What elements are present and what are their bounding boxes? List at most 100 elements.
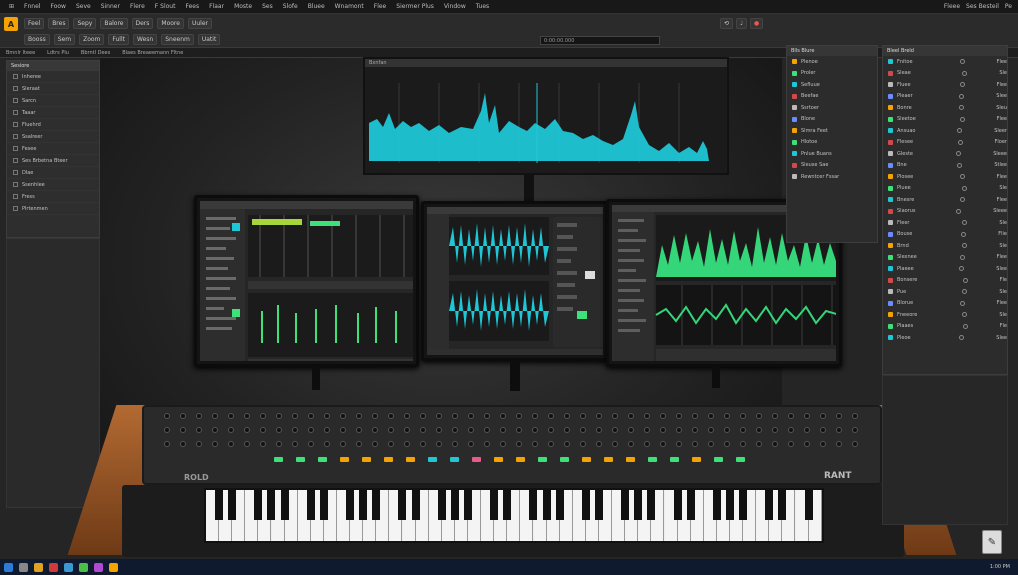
synth-knob[interactable] [580,413,586,419]
menu-item[interactable]: Flee [369,3,392,10]
radio-icon[interactable] [962,70,968,76]
synth-knob[interactable] [324,427,330,433]
black-key[interactable] [306,490,315,520]
synth-knob[interactable] [500,441,506,447]
menubar-right-item[interactable]: Ses Besteil [966,3,999,10]
synth-knob[interactable] [804,427,810,433]
menu-item[interactable]: Siermer Plus [391,3,439,10]
browser-item[interactable]: Fnitoe Flee [883,56,1007,68]
tab-item[interactable]: Blaes Breaeemann Fltne [116,50,189,56]
radio-icon[interactable] [962,220,968,226]
synth-knob[interactable] [212,427,218,433]
radio-icon[interactable] [962,289,968,295]
black-key[interactable] [411,490,420,520]
browser-item[interactable]: Blorue Flee [883,298,1007,310]
synth-knob[interactable] [468,427,474,433]
synth-knob[interactable] [756,441,762,447]
synth-pad[interactable] [516,457,525,462]
radio-icon[interactable] [956,151,962,157]
black-key[interactable] [359,490,368,520]
radio-icon[interactable] [959,105,965,111]
synth-knob[interactable] [820,413,826,419]
synth-knob[interactable] [708,427,714,433]
black-key[interactable] [398,490,407,520]
toolbar-button[interactable]: Sneenm [161,33,194,45]
synth-knob[interactable] [804,413,810,419]
synth-knob[interactable] [468,413,474,419]
radio-icon[interactable] [962,277,968,283]
menu-item[interactable]: Seve [71,3,96,10]
pencil-tool-icon[interactable]: ✎ [982,530,1002,554]
radio-icon[interactable] [957,162,963,168]
app-icon[interactable]: ⊞ [4,3,19,10]
radio-icon[interactable] [959,300,965,306]
toolbar-button[interactable]: Feel [24,17,45,29]
synth-knob[interactable] [596,441,602,447]
radio-icon[interactable] [959,254,965,260]
radio-icon[interactable] [959,335,965,341]
black-key[interactable] [490,490,499,520]
left-panel-item[interactable]: Ses Brbetna Bteer [7,155,99,167]
synth-knob[interactable] [452,413,458,419]
inspector-item[interactable]: Blone [787,114,877,126]
synth-knob[interactable] [676,413,682,419]
loop-button[interactable]: ⟲ [720,18,734,29]
toolbar-button[interactable]: Sepy [73,17,97,29]
synth-pad[interactable] [428,457,437,462]
toolbar-button[interactable]: Fullt [108,33,129,45]
synth-knob[interactable] [852,427,858,433]
black-key[interactable] [712,490,721,520]
browser-icon[interactable] [64,562,73,572]
synth-knob[interactable] [308,413,314,419]
menu-item[interactable]: Sinner [96,3,125,10]
synth-knob[interactable] [548,441,554,447]
record-button[interactable]: ● [750,18,764,29]
radio-icon[interactable] [962,243,968,249]
black-key[interactable] [450,490,459,520]
tab-item[interactable]: Bbrntl Dees [75,50,116,56]
toolbar-button[interactable]: Booss [24,33,50,45]
transport-time-display[interactable]: 0:00:00.000 [540,36,660,45]
synth-knob[interactable] [836,441,842,447]
synth-knob[interactable] [340,427,346,433]
synth-knob[interactable] [612,441,618,447]
menu-item[interactable]: Foow [45,3,71,10]
inspector-item[interactable]: Sefluue [787,79,877,91]
synth-knob[interactable] [372,413,378,419]
toolbar-button[interactable]: Uatit [197,33,221,45]
black-key[interactable] [372,490,381,520]
synth-knob[interactable] [676,427,682,433]
inspector-item[interactable]: Hlotoe [787,137,877,149]
synth-knob[interactable] [452,427,458,433]
synth-knob[interactable] [836,413,842,419]
black-key[interactable] [804,490,813,520]
synth-knob[interactable] [436,413,442,419]
browser-item[interactable]: Fluee Flee [883,79,1007,91]
left-panel-item[interactable]: Dlae [7,167,99,179]
synth-knob[interactable] [388,441,394,447]
synth-knob[interactable] [724,441,730,447]
synth-pad[interactable] [670,457,679,462]
left-panel-item[interactable]: Ssalreer [7,131,99,143]
menubar-right-item[interactable]: Pe [1005,3,1012,10]
synth-knob[interactable] [660,427,666,433]
synth-knob[interactable] [420,427,426,433]
synth-knob[interactable] [420,441,426,447]
synth-knob[interactable] [692,427,698,433]
browser-item[interactable]: Pleaer Slee [883,91,1007,103]
synth-pad[interactable] [406,457,415,462]
black-key[interactable] [634,490,643,520]
synth-knob[interactable] [356,413,362,419]
browser-item[interactable]: Fneeore Sle [883,309,1007,321]
synth-knob[interactable] [596,413,602,419]
synth-knob[interactable] [292,427,298,433]
browser-item[interactable]: Brnd Sle [883,240,1007,252]
synth-knob[interactable] [820,427,826,433]
inspector-item[interactable]: Sleuse Sae [787,160,877,172]
synth-knob[interactable] [756,413,762,419]
synth-knob[interactable] [580,441,586,447]
radio-icon[interactable] [957,128,963,134]
app-icon-red[interactable] [49,562,58,572]
black-key[interactable] [503,490,512,520]
checkbox-icon[interactable] [13,194,18,199]
